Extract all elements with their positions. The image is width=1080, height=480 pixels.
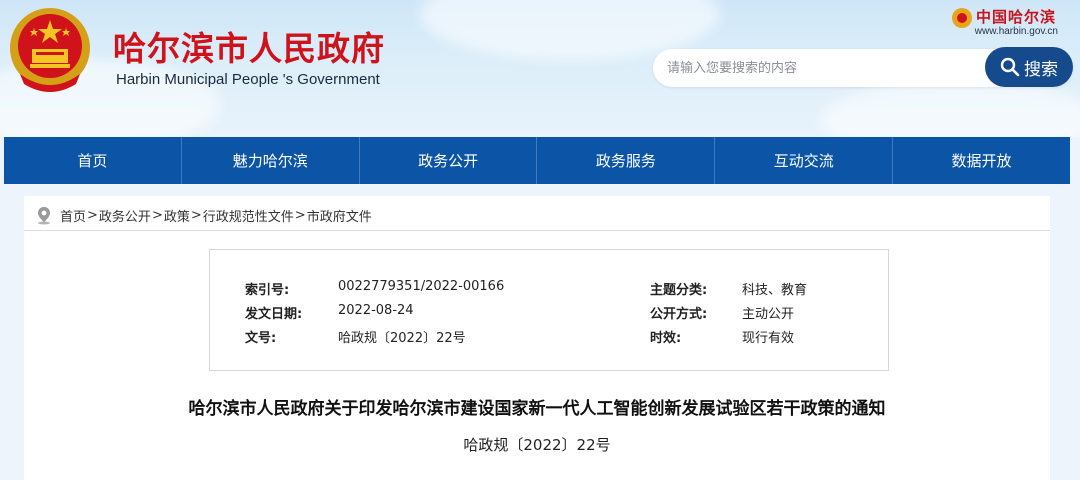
- breadcrumb: 首页 > 政务公开 > 政策 > 行政规范性文件 > 市政府文件: [34, 204, 372, 226]
- breadcrumb-separator: >: [151, 207, 163, 223]
- nav-item-open-data[interactable]: 数据开放: [893, 137, 1070, 184]
- main-nav: 首页 魅力哈尔滨 政务公开 政务服务 互动交流 数据开放: [4, 137, 1070, 184]
- date-value: 2022-08-24: [338, 303, 414, 318]
- nav-item-charm-harbin[interactable]: 魅力哈尔滨: [182, 137, 360, 184]
- breadcrumb-home[interactable]: 首页: [60, 206, 86, 225]
- divider: [24, 230, 1050, 231]
- national-emblem-icon: [10, 8, 90, 92]
- brand-icon: [951, 7, 972, 28]
- site-subtitle: Harbin Municipal People 's Government: [116, 71, 380, 88]
- site-domain: www.harbin.gov.cn: [974, 26, 1058, 37]
- public-label: 公开方式:: [650, 307, 708, 322]
- topic-value: 科技、教育: [742, 283, 808, 298]
- nav-item-home[interactable]: 首页: [4, 137, 182, 184]
- breadcrumb-separator: >: [87, 207, 98, 223]
- site-header: 哈尔滨市人民政府 Harbin Municipal People 's Gove…: [0, 0, 1080, 137]
- brand-label: 中国哈尔滨: [975, 8, 1056, 26]
- breadcrumb-separator: >: [294, 207, 306, 223]
- document-title: 哈尔滨市人民政府关于印发哈尔滨市建设国家新一代人工智能创新发展试验区若干政策的通…: [188, 399, 886, 419]
- search-button[interactable]: 搜索: [985, 47, 1073, 87]
- cloud-decoration: [820, 80, 1080, 137]
- index-no-value: 0022779351/2022-00166: [338, 279, 505, 294]
- validity-value: 现行有效: [742, 331, 795, 346]
- brand-logo[interactable]: 中国哈尔滨: [951, 6, 1056, 28]
- breadcrumb-normative-docs[interactable]: 行政规范性文件: [203, 206, 294, 225]
- breadcrumb-policy[interactable]: 政策: [164, 206, 190, 225]
- search-button-label: 搜索: [1024, 59, 1058, 80]
- topic-label: 主题分类:: [650, 283, 708, 298]
- site-title: 哈尔滨市人民政府: [113, 29, 385, 68]
- search-icon: [1000, 57, 1020, 77]
- validity-label: 时效:: [650, 331, 682, 346]
- doc-no-label: 文号:: [245, 331, 277, 346]
- date-label: 发文日期:: [245, 307, 303, 322]
- nav-item-interaction[interactable]: 互动交流: [715, 137, 894, 184]
- document-info-box: 索引号: 0022779351/2022-00166 主题分类: 科技、教育 发…: [209, 249, 889, 371]
- main-content: 首页 > 政务公开 > 政策 > 行政规范性文件 > 市政府文件 索引号: 00…: [24, 196, 1050, 480]
- nav-item-gov-affairs-public[interactable]: 政务公开: [360, 137, 538, 184]
- search-input[interactable]: [667, 49, 967, 87]
- doc-no-value: 哈政规〔2022〕22号: [338, 331, 466, 346]
- public-value: 主动公开: [742, 307, 795, 322]
- location-pin-icon: [38, 207, 50, 225]
- breadcrumb-separator: >: [190, 207, 202, 223]
- breadcrumb-gov-affairs-public[interactable]: 政务公开: [99, 206, 151, 225]
- breadcrumb-municipal-docs[interactable]: 市政府文件: [307, 206, 372, 225]
- document-number: 哈政规〔2022〕22号: [463, 436, 611, 454]
- index-no-label: 索引号:: [245, 283, 290, 298]
- nav-item-gov-services[interactable]: 政务服务: [537, 137, 716, 184]
